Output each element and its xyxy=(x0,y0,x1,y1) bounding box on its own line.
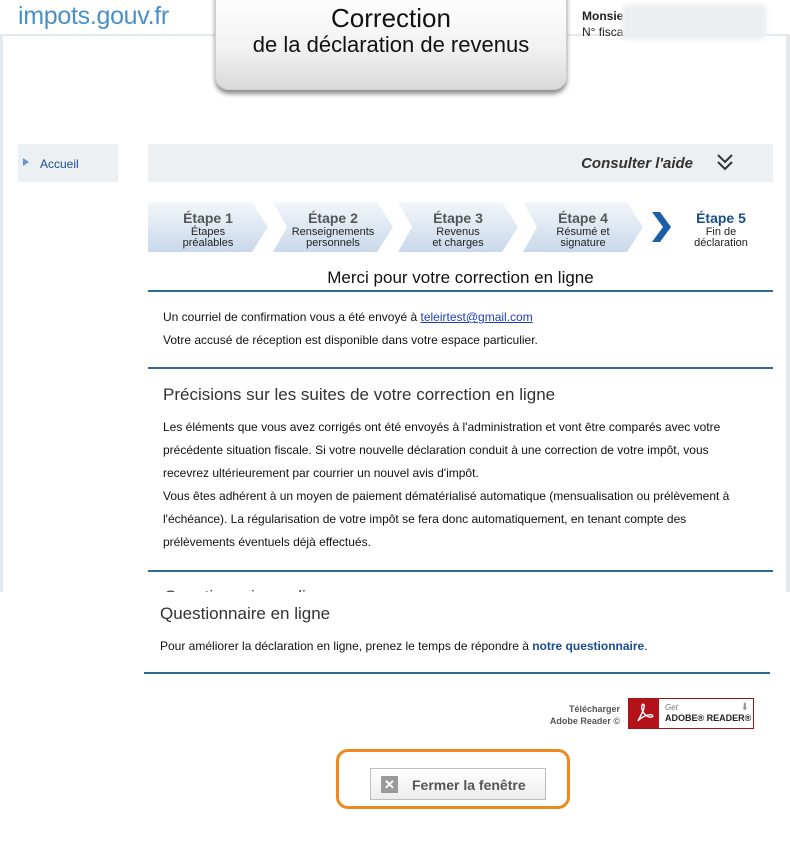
step-subtitle: Étapes préalables xyxy=(182,226,234,249)
sidebar-item-label: Accueil xyxy=(40,157,79,171)
step-3: Étape 3 Revenus et charges xyxy=(398,202,518,252)
section-divider xyxy=(148,367,773,369)
step-title: Étape 5 xyxy=(696,210,746,226)
double-chevron-down-icon[interactable] xyxy=(715,150,735,174)
step-subtitle: Renseignements personnels xyxy=(291,226,375,249)
close-button-highlight: ✕ Fermer la fenêtre xyxy=(336,749,570,809)
section-divider xyxy=(144,672,770,674)
close-icon: ✕ xyxy=(381,776,398,793)
page-title-box: Correction de la déclaration de revenus xyxy=(215,0,567,90)
user-info: Monsie N° fisca xyxy=(582,8,623,40)
details-line: recevrez ultérieurement par courrier un … xyxy=(163,466,479,480)
chevron-right-icon xyxy=(652,212,671,242)
frame-border-left xyxy=(0,36,3,592)
step-title: Étape 2 xyxy=(308,210,358,226)
site-logo[interactable]: impots.gouv.fr xyxy=(18,2,169,31)
questionnaire-title: Questionnaire en ligne xyxy=(160,604,331,623)
step-1: Étape 1 Étapes préalables xyxy=(148,202,268,252)
details-line: Les éléments que vous avez corrigés ont … xyxy=(163,420,721,434)
redacted-user-details xyxy=(622,4,767,40)
step-4: Étape 4 Résumé et signature xyxy=(523,202,643,252)
email-link[interactable]: teleirtest@gmail.com xyxy=(420,310,532,324)
page-title: Correction xyxy=(331,3,451,33)
clipped-section-title: Questionnaire en ligne xyxy=(148,585,773,592)
download-label: Télécharger Adobe Reader © xyxy=(549,704,620,726)
user-name: Monsie xyxy=(582,9,624,23)
user-fiscal-number: N° fisca xyxy=(582,25,624,39)
help-link[interactable]: Consulter l'aide xyxy=(581,155,693,172)
step-2: Étape 2 Renseignements personnels xyxy=(273,202,393,252)
confirmation-mail-text: Un courriel de confirmation vous a été e… xyxy=(163,310,533,324)
badge-product-name: ADOBE® READER® xyxy=(665,713,752,723)
section-divider xyxy=(148,290,773,292)
details-title: Précisions sur les suites de votre corre… xyxy=(163,385,556,404)
progress-steps: Étape 1 Étapes préalables Étape 2 Renseig… xyxy=(148,202,773,252)
step-title: Étape 4 xyxy=(558,210,608,226)
triangle-right-icon xyxy=(23,158,29,166)
questionnaire-link[interactable]: notre questionnaire xyxy=(532,639,644,653)
step-5-current: Étape 5 Fin de déclaration xyxy=(648,202,773,252)
adobe-reader-badge[interactable]: Get ADOBE® READER® ⬇ xyxy=(628,698,754,729)
details-line: l'échéance). La régularisation de votre … xyxy=(163,512,687,526)
receipt-text: Votre accusé de réception est disponible… xyxy=(163,333,538,347)
step-subtitle: Résumé et signature xyxy=(556,226,610,249)
close-window-button[interactable]: ✕ Fermer la fenêtre xyxy=(370,768,546,800)
section-divider xyxy=(148,570,773,572)
step-subtitle: Fin de déclaration xyxy=(694,226,748,249)
page-subtitle: de la déclaration de revenus xyxy=(252,32,530,57)
step-subtitle: Revenus et charges xyxy=(432,226,484,249)
download-arrow-icon: ⬇ xyxy=(740,702,749,713)
frame-border-right xyxy=(786,36,790,592)
step-title: Étape 1 xyxy=(183,210,233,226)
details-line: précédente situation fiscale. Si votre n… xyxy=(163,443,709,457)
adobe-logo-icon xyxy=(629,699,659,728)
step-title: Étape 3 xyxy=(433,210,483,226)
confirmation-title: Merci pour votre correction en ligne xyxy=(327,268,594,287)
close-window-label: Fermer la fenêtre xyxy=(412,777,526,793)
questionnaire-text: Pour améliorer la déclaration en ligne, … xyxy=(160,639,648,653)
details-line: prélèvements éventuels déjà effectués. xyxy=(163,535,371,549)
sidebar-item-home[interactable]: Accueil xyxy=(18,144,118,182)
details-line: Vous êtes adhérent à un moyen de paiemen… xyxy=(163,489,730,503)
badge-get-text: Get xyxy=(665,703,678,712)
help-bar: Consulter l'aide xyxy=(148,144,773,182)
